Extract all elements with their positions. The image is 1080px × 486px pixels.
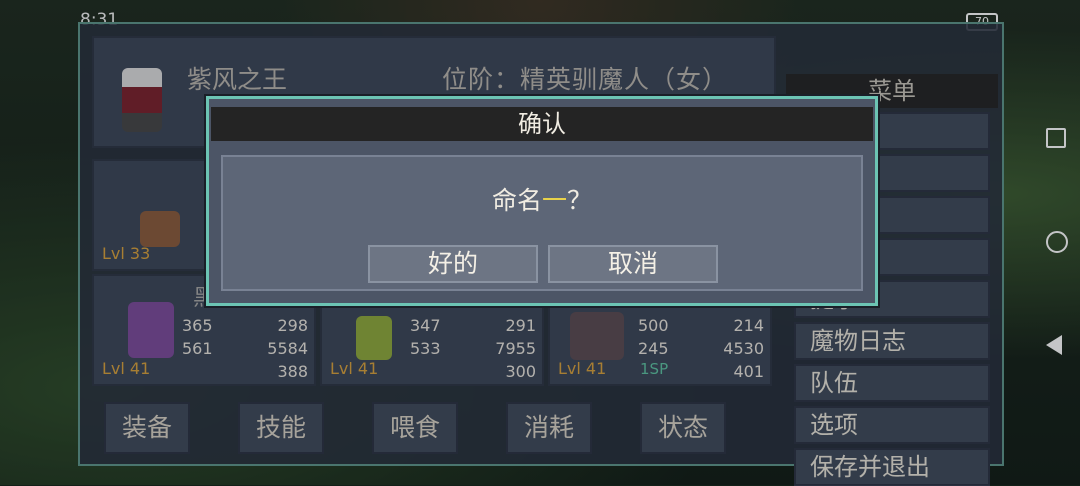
- message-prefix: 命名: [491, 186, 542, 215]
- cancel-button[interactable]: 取消: [548, 245, 718, 283]
- dialog-message: 命名一？: [223, 181, 861, 217]
- ok-button[interactable]: 好的: [368, 245, 538, 283]
- message-highlight: 一: [541, 186, 567, 215]
- message-suffix: ？: [567, 186, 593, 215]
- dialog-title: 确认: [211, 107, 873, 141]
- confirm-dialog: 确认 命名一？ 好的 取消: [206, 96, 878, 306]
- dialog-body: 命名一？ 好的 取消: [221, 155, 863, 291]
